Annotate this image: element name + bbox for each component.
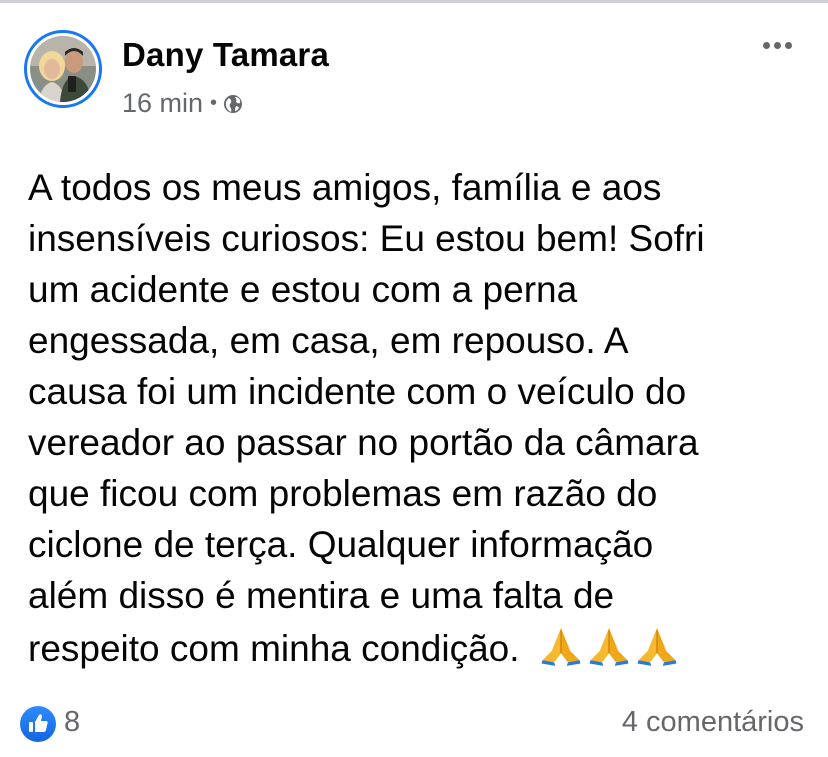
post-text-line: engessada, em casa, em repouso. A	[28, 320, 629, 361]
avatar[interactable]	[24, 30, 102, 108]
reaction-count[interactable]: 8	[64, 706, 80, 739]
post-text-line: vereador ao passar no portão da câmara	[28, 422, 699, 463]
post-time[interactable]: 16 min	[122, 88, 203, 119]
comments-count[interactable]: 4 comentários	[622, 706, 804, 739]
globe-icon[interactable]	[223, 94, 243, 114]
post-footer: 8 4 comentários	[20, 700, 806, 748]
post-text-line: insensíveis curiosos: Eu estou bem! Sofr…	[28, 218, 705, 259]
post-text-line-last: respeito com minha condição.	[28, 621, 803, 674]
emoji-group	[538, 621, 680, 667]
more-dot-icon	[774, 42, 781, 49]
post-text-line: que ficou com problemas em razão do	[28, 473, 658, 514]
folded-hands-icon	[588, 627, 629, 666]
post-text-line: além disso é mentira e uma falta de	[28, 575, 615, 616]
folded-hands-icon	[540, 627, 581, 666]
top-divider	[0, 0, 828, 3]
avatar-photo	[30, 36, 96, 102]
like-icon[interactable]	[20, 706, 56, 742]
post-text-line: respeito com minha condição.	[28, 628, 520, 669]
post-text-line: causa foi um incidente com o veículo do	[28, 371, 687, 412]
meta-separator: •	[210, 92, 218, 114]
post-text-line: ciclone de terça. Qualquer informação	[28, 524, 654, 565]
post-text: A todos os meus amigos, família e aos in…	[28, 162, 803, 674]
folded-hands-icon	[636, 627, 677, 666]
post-text-line: um acidente e estou com a perna	[28, 269, 578, 310]
more-dot-icon	[785, 42, 792, 49]
more-dot-icon	[763, 42, 770, 49]
author-name[interactable]: Dany Tamara	[122, 36, 329, 74]
post-header: Dany Tamara 16 min •	[22, 30, 806, 122]
more-options-button[interactable]	[759, 36, 796, 55]
post-meta: 16 min •	[122, 88, 243, 119]
post-text-line: A todos os meus amigos, família e aos	[28, 167, 662, 208]
